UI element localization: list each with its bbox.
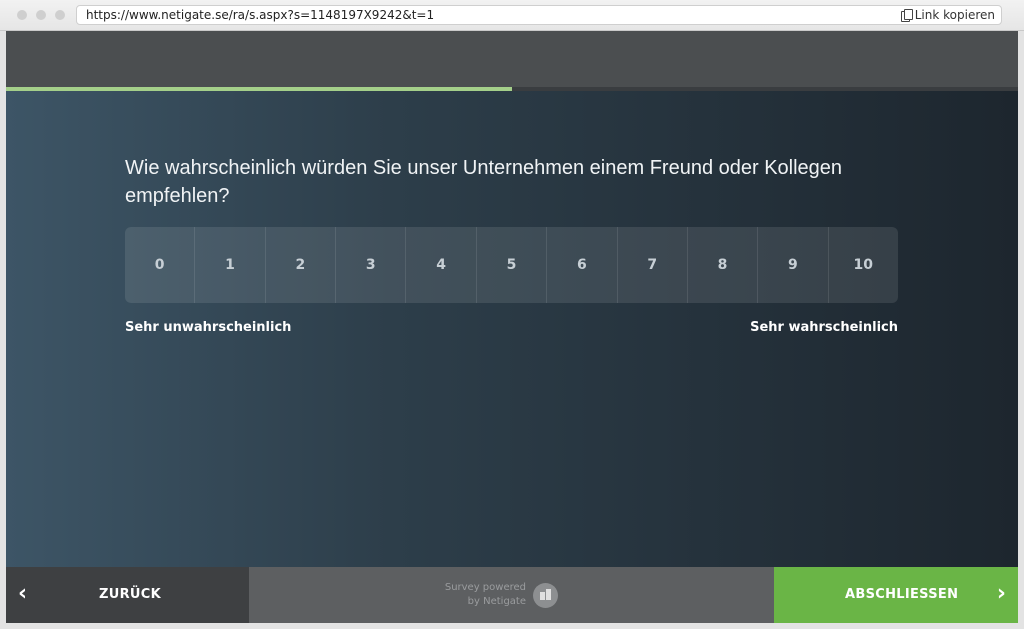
chevron-right-icon: › — [996, 581, 1006, 606]
scale-option-9[interactable]: 9 — [758, 227, 829, 303]
window-close-dot[interactable] — [17, 10, 27, 20]
scale-option-2[interactable]: 2 — [266, 227, 337, 303]
survey-page: Wie wahrscheinlich würden Sie unser Unte… — [6, 31, 1018, 623]
question-area: Wie wahrscheinlich würden Sie unser Unte… — [6, 91, 1018, 567]
window-minimize-dot[interactable] — [36, 10, 46, 20]
back-button[interactable]: ‹ ZURÜCK — [6, 567, 249, 623]
chevron-left-icon: ‹ — [18, 581, 28, 606]
scale-option-8[interactable]: 8 — [688, 227, 759, 303]
netigate-logo-icon — [533, 583, 558, 608]
scale-option-1[interactable]: 1 — [195, 227, 266, 303]
scale-option-7[interactable]: 7 — [618, 227, 688, 303]
browser-toolbar: https://www.netigate.se/ra/s.aspx?s=1148… — [0, 0, 1024, 31]
scale-option-10[interactable]: 10 — [829, 227, 898, 303]
browser-window: https://www.netigate.se/ra/s.aspx?s=1148… — [0, 0, 1024, 629]
powered-by-line2: by Netigate — [467, 596, 526, 607]
scale-option-0[interactable]: 0 — [125, 227, 196, 303]
nps-scale: 0 1 2 3 4 5 6 7 8 9 10 — [125, 227, 898, 303]
survey-header — [6, 31, 1018, 87]
scale-option-4[interactable]: 4 — [406, 227, 477, 303]
scale-option-3[interactable]: 3 — [336, 227, 407, 303]
copy-link-label: Link kopieren — [914, 8, 995, 22]
window-zoom-dot[interactable] — [55, 10, 65, 20]
finish-button[interactable]: ABSCHLIESSEN › — [774, 567, 1018, 623]
survey-footer: ‹ ZURÜCK Survey powered by Netigate ABSC… — [6, 567, 1018, 623]
address-bar[interactable]: https://www.netigate.se/ra/s.aspx?s=1148… — [76, 5, 1002, 25]
copy-link-button[interactable]: Link kopieren — [900, 8, 995, 22]
powered-by-text: Survey powered by Netigate — [436, 581, 526, 609]
scale-high-label: Sehr wahrscheinlich — [750, 320, 898, 335]
back-button-label: ZURÜCK — [99, 587, 161, 602]
powered-by-line1: Survey powered — [444, 582, 526, 593]
scale-option-6[interactable]: 6 — [547, 227, 618, 303]
question-text: Wie wahrscheinlich würden Sie unser Unte… — [125, 157, 843, 207]
url-text[interactable]: https://www.netigate.se/ra/s.aspx?s=1148… — [86, 8, 434, 22]
copy-icon — [900, 9, 913, 22]
finish-button-label: ABSCHLIESSEN — [845, 587, 959, 602]
scale-option-5[interactable]: 5 — [477, 227, 548, 303]
scale-low-label: Sehr unwahrscheinlich — [125, 320, 292, 335]
